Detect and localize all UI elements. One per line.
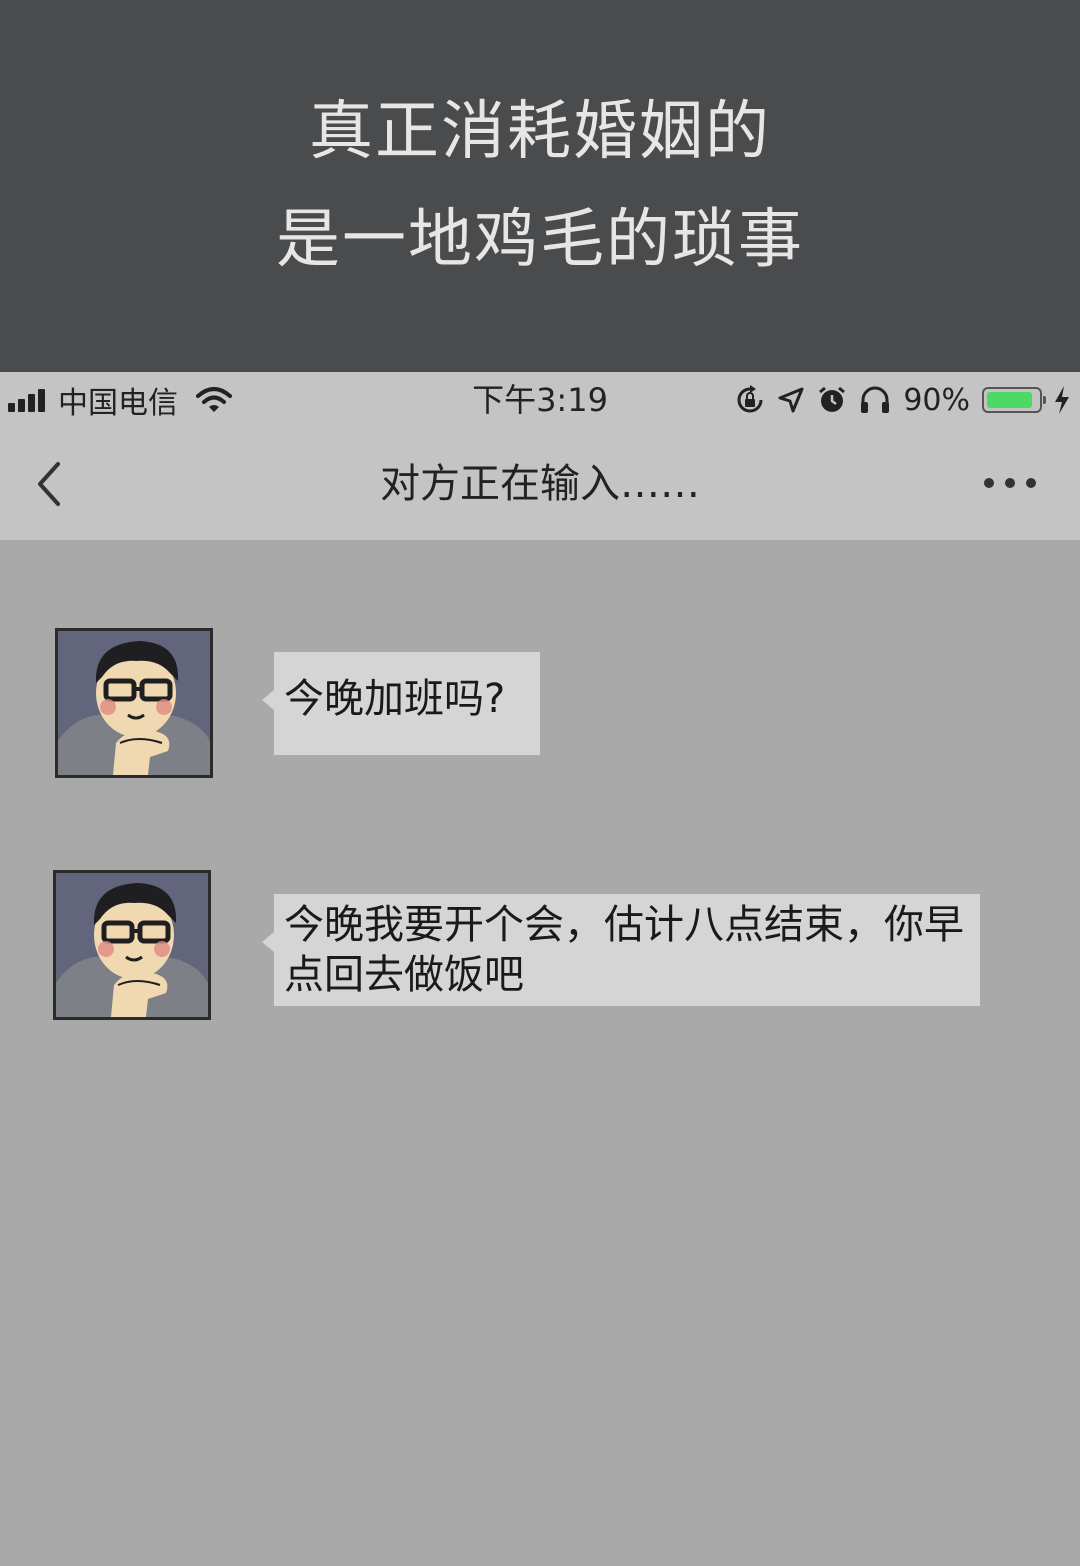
- battery-percent: 90%: [903, 382, 970, 418]
- charging-icon: [1055, 386, 1069, 414]
- headphones-icon: [861, 386, 890, 413]
- banner-title-line-2: 是一地鸡毛的琐事: [276, 203, 804, 277]
- header-banner: 真正消耗婚姻的 是一地鸡毛的琐事: [0, 0, 1080, 372]
- avatar[interactable]: [53, 870, 211, 1020]
- banner-title-line-1: 真正消耗婚姻的: [309, 95, 771, 169]
- rotation-lock-icon: [737, 385, 763, 413]
- battery-icon: [982, 387, 1046, 413]
- chat-area[interactable]: 今晚加班吗? 今晚我要开个会，估计八点结束，你早点回去做饭吧: [0, 540, 1080, 1566]
- more-icon[interactable]: [980, 468, 1040, 498]
- status-bar: 中国电信 下午3:19 90%: [0, 372, 1080, 428]
- status-bar-right: 90%: [723, 382, 1070, 418]
- alarm-icon: [819, 386, 846, 412]
- message-bubble[interactable]: 今晚我要开个会，估计八点结束，你早点回去做饭吧: [262, 894, 980, 1006]
- avatar-portrait-icon: [56, 873, 208, 1017]
- location-icon: [778, 387, 804, 413]
- nav-bar: 对方正在输入……: [0, 428, 1080, 540]
- battery-fill: [987, 392, 1032, 408]
- avatar-portrait-icon: [58, 631, 210, 775]
- chat-title: 对方正在输入……: [380, 461, 700, 507]
- message-bubble[interactable]: 今晚加班吗?: [262, 652, 540, 755]
- message-text: 今晚我要开个会，估计八点结束，你早点回去做饭吧: [284, 902, 964, 998]
- message-text: 今晚加班吗?: [284, 676, 506, 722]
- avatar[interactable]: [55, 628, 213, 778]
